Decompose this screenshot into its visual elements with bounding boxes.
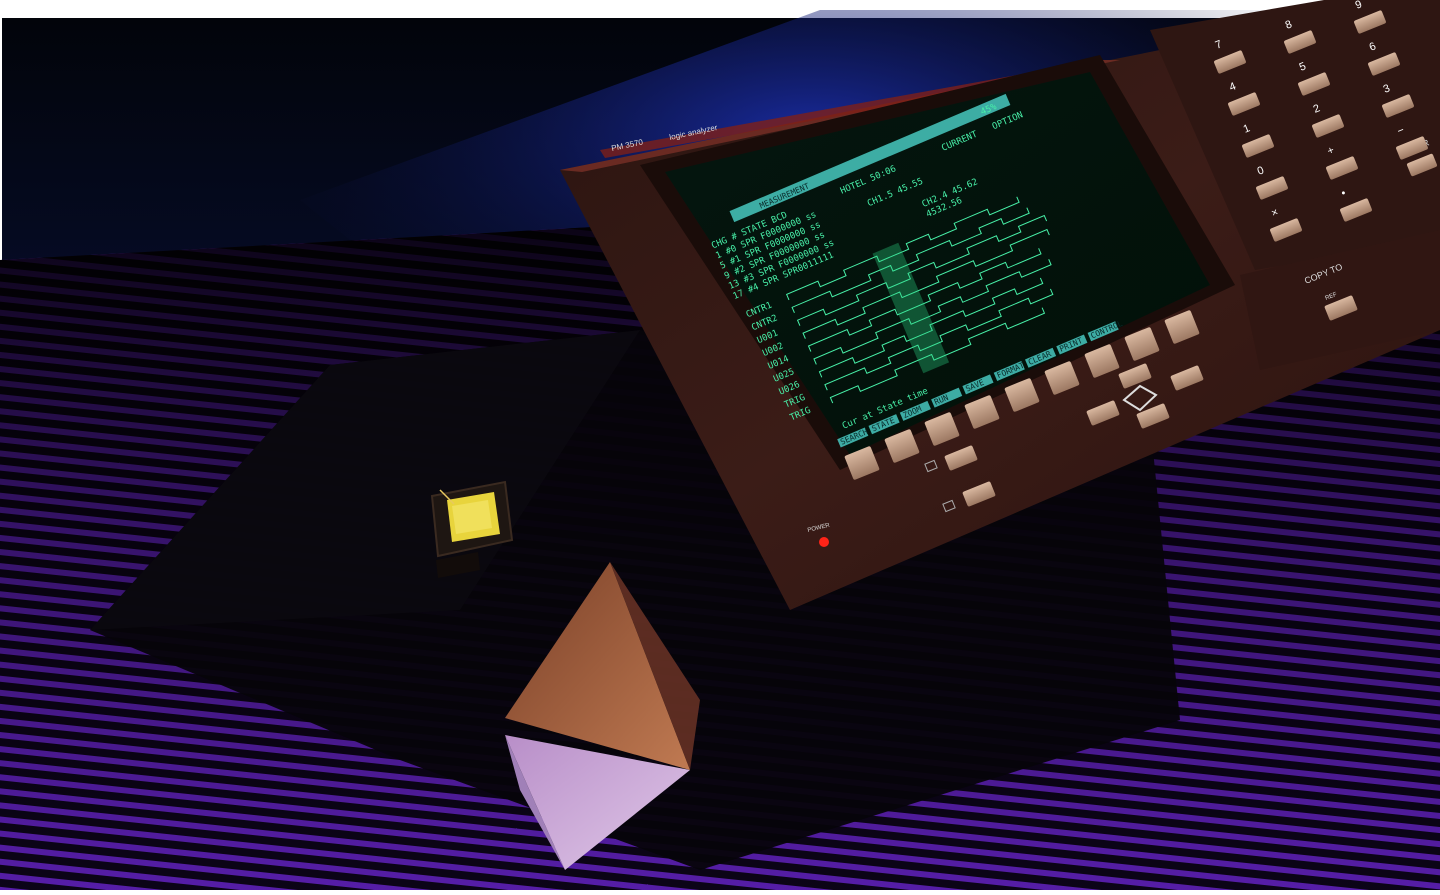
- product-photo: PM 3570 logic analyzer POWER COPY TO REF…: [0, 0, 1440, 895]
- power-indicator: [819, 537, 829, 547]
